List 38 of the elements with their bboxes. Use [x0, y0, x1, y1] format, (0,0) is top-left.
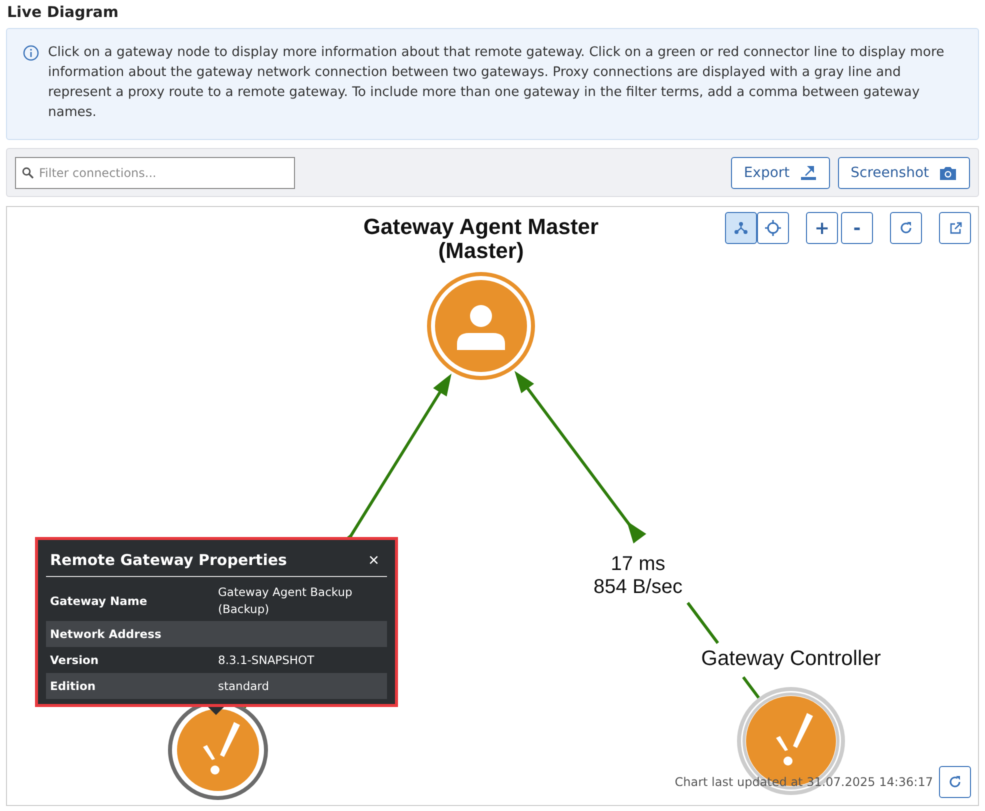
zoom-out-button[interactable]: -	[841, 212, 873, 244]
node-label: Gateway Controller	[701, 647, 881, 670]
crosshair-icon	[765, 220, 781, 236]
export-icon	[800, 164, 817, 181]
property-label: Edition	[50, 679, 97, 693]
person-icon	[457, 305, 505, 350]
node-role: (Master)	[438, 238, 524, 263]
filter-field[interactable]: Filter connections...	[15, 156, 295, 188]
screenshot-button[interactable]: Screenshot	[838, 156, 970, 188]
throughput-label: 854 B/sec	[594, 576, 682, 598]
layout-button[interactable]	[725, 212, 757, 244]
camera-icon	[939, 164, 957, 180]
info-text: Click on a gateway node to display more information about that remote gateway. Click on a green or red connector line to display more information about the gateway network connection between two gateways. Proxy connections are displayed with a gray line and represent a proxy route to a remote gateway. To include more than one gateway in the filter terms, add a comma between gateway names.	[48, 44, 946, 122]
property-value: Gateway Agent Backup (Backup)	[218, 584, 354, 618]
export-button[interactable]: Export	[730, 156, 830, 188]
zoom-in-button[interactable]: +	[806, 212, 838, 244]
external-link-icon	[948, 222, 962, 234]
exclamation-icon	[203, 722, 240, 774]
latency-label: 17 ms	[610, 553, 666, 575]
property-label: Network Address	[50, 627, 162, 641]
refresh-button[interactable]	[890, 212, 922, 244]
gateway-node[interactable]	[427, 272, 535, 380]
network-icon	[734, 221, 748, 235]
page-title: Live Diagram	[6, 2, 120, 23]
refresh-button[interactable]	[939, 766, 971, 798]
property-value: standard	[218, 678, 270, 694]
center-button[interactable]	[757, 212, 789, 244]
property-value: 8.3.1-SNAPSHOT	[218, 652, 316, 668]
close-button[interactable]: ×	[364, 551, 383, 569]
exclamation-icon	[776, 713, 813, 766]
property-label: Version	[50, 653, 100, 667]
property-label: Gateway Name	[50, 594, 148, 608]
open-window-button[interactable]	[939, 212, 971, 244]
refresh-icon	[948, 775, 962, 789]
info-icon	[23, 45, 39, 61]
popup-title: Remote Gateway Properties	[50, 551, 287, 569]
node-title: Gateway Agent Master	[363, 214, 599, 239]
refresh-icon	[899, 221, 913, 235]
